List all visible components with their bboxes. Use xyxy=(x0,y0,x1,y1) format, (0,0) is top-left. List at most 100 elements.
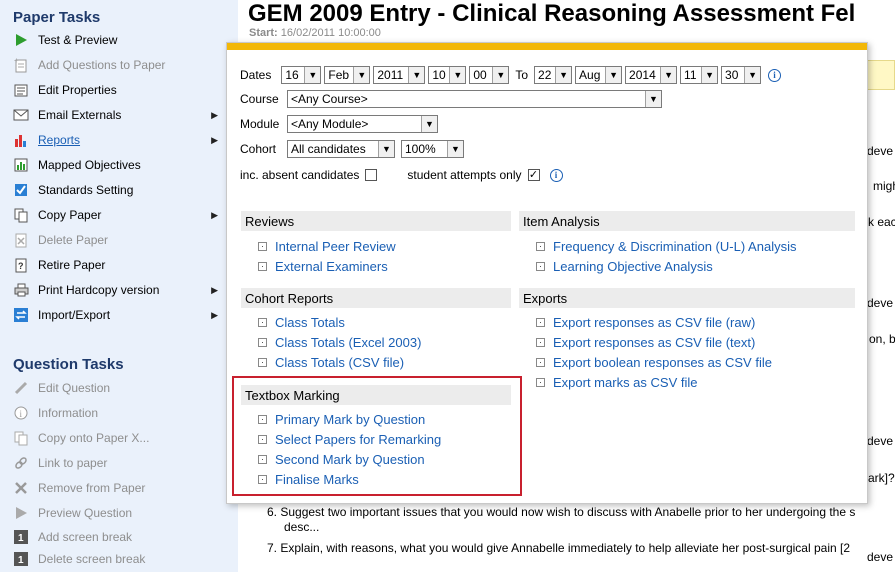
link-label: Export responses as CSV file (text) xyxy=(553,334,756,350)
sidebar-item-add-screen-break[interactable]: 1 Add screen break xyxy=(12,527,232,547)
sidebar-item-label: Email Externals xyxy=(38,108,122,122)
to-hour-select[interactable]: 11 ▼ xyxy=(680,66,719,84)
course-select[interactable]: <Any Course> ▼ xyxy=(287,90,662,108)
bullet-icon xyxy=(536,241,545,251)
sidebar-item-label: Preview Question xyxy=(38,506,133,520)
sidebar-item-import-export[interactable]: Import/Export ▶ xyxy=(12,305,232,325)
sidebar-item-label: Reports xyxy=(38,133,81,147)
sidebar-item-edit-question[interactable]: Edit Question xyxy=(12,378,232,398)
bullet-icon xyxy=(258,434,267,444)
mapped-objectives-icon xyxy=(12,157,30,173)
frequency-discrimination-link[interactable]: Frequency & Discrimination (U-L) Analysi… xyxy=(536,236,796,256)
module-select[interactable]: <Any Module> ▼ xyxy=(287,115,438,133)
svg-text:+: + xyxy=(14,57,19,65)
export-marks-link[interactable]: Export marks as CSV file xyxy=(536,372,698,392)
sidebar-item-add-questions[interactable]: + Add Questions to Paper xyxy=(12,55,232,75)
chevron-down-icon: ▼ xyxy=(449,67,466,83)
class-totals-link[interactable]: Class Totals xyxy=(258,312,345,332)
class-totals-csv-link[interactable]: Class Totals (CSV file) xyxy=(258,352,404,372)
from-month-select[interactable]: Feb ▼ xyxy=(324,66,371,84)
link-label: Primary Mark by Question xyxy=(275,411,426,427)
sidebar-item-information[interactable]: i Information xyxy=(12,403,232,423)
from-minute-select[interactable]: 00 ▼ xyxy=(469,66,510,84)
select-value: 30 xyxy=(725,68,739,82)
bullet-icon xyxy=(258,317,267,327)
sidebar-item-delete-screen-break[interactable]: 1 Delete screen break xyxy=(12,549,232,569)
question-text-fragment: deve xyxy=(867,434,894,448)
chevron-down-icon: ▼ xyxy=(353,67,370,83)
sidebar-item-standards-setting[interactable]: Standards Setting xyxy=(12,180,232,200)
cohort-select[interactable]: All candidates ▼ xyxy=(287,140,395,158)
question-text-fragment: deve xyxy=(867,550,894,564)
bullet-icon xyxy=(258,414,267,424)
to-year-select[interactable]: 2014 ▼ xyxy=(625,66,678,84)
external-examiners-link[interactable]: External Examiners xyxy=(258,256,388,276)
chevron-down-icon: ▼ xyxy=(408,67,425,83)
course-label: Course xyxy=(240,92,279,106)
from-year-select[interactable]: 2011 ▼ xyxy=(373,66,426,84)
sidebar-item-label: Test & Preview xyxy=(38,33,118,47)
sidebar-item-label: Delete screen break xyxy=(38,552,146,566)
sidebar-item-print-hardcopy[interactable]: Print Hardcopy version ▶ xyxy=(12,280,232,300)
sidebar-item-test-preview[interactable]: Test & Preview xyxy=(12,30,232,50)
export-boolean-responses-link[interactable]: Export boolean responses as CSV file xyxy=(536,352,772,372)
svg-text:1: 1 xyxy=(18,533,24,544)
finalise-marks-link[interactable]: Finalise Marks xyxy=(258,469,359,489)
link-label: Learning Objective Analysis xyxy=(553,258,713,274)
bullet-icon xyxy=(258,454,267,464)
sidebar-item-label: Import/Export xyxy=(38,308,111,322)
sidebar-item-copy-onto-paper[interactable]: Copy onto Paper X... xyxy=(12,428,232,448)
sidebar-item-preview-question[interactable]: Preview Question xyxy=(12,503,232,523)
sidebar-item-email-externals[interactable]: Email Externals ▶ xyxy=(12,105,232,125)
info-icon[interactable]: i xyxy=(549,168,563,182)
student-attempts-checkbox[interactable]: ✓ xyxy=(527,169,540,181)
internal-peer-review-link[interactable]: Internal Peer Review xyxy=(258,236,396,256)
sidebar-item-copy-paper[interactable]: Copy Paper ▶ xyxy=(12,205,232,225)
paper-tasks-heading: Paper Tasks xyxy=(13,9,101,26)
select-value: 100% xyxy=(405,142,436,156)
select-value: 2011 xyxy=(377,68,404,82)
percent-select[interactable]: 100% ▼ xyxy=(401,140,464,158)
sidebar-item-label: Link to paper xyxy=(38,456,108,470)
absent-candidates-label: inc. absent candidates xyxy=(240,168,360,182)
copy-icon xyxy=(12,207,30,223)
sidebar-item-label: Remove from Paper xyxy=(38,481,146,495)
to-minute-select[interactable]: 30 ▼ xyxy=(721,66,762,84)
chevron-down-icon: ▼ xyxy=(744,67,761,83)
select-value: <Any Module> xyxy=(291,117,369,131)
sidebar-item-reports[interactable]: Reports ▶ xyxy=(12,130,232,150)
question-text: Explain, with reasons, what you would gi… xyxy=(280,541,851,555)
chevron-down-icon: ▼ xyxy=(645,91,661,107)
select-papers-remarking-link[interactable]: Select Papers for Remarking xyxy=(258,429,441,449)
sidebar-item-edit-properties[interactable]: Edit Properties xyxy=(12,80,232,100)
link-icon xyxy=(12,455,30,471)
question-text-fragment: on, b xyxy=(869,332,895,346)
sidebar-item-link-to-paper[interactable]: Link to paper xyxy=(12,453,232,473)
submenu-arrow-icon: ▶ xyxy=(211,209,218,220)
link-label: Second Mark by Question xyxy=(275,451,425,467)
class-totals-excel-link[interactable]: Class Totals (Excel 2003) xyxy=(258,332,421,352)
primary-mark-link[interactable]: Primary Mark by Question xyxy=(258,409,425,429)
sidebar-item-retire-paper[interactable]: ? Retire Paper xyxy=(12,255,232,275)
export-responses-text-link[interactable]: Export responses as CSV file (text) xyxy=(536,332,755,352)
to-day-select[interactable]: 22 ▼ xyxy=(534,66,573,84)
sidebar-item-remove-from-paper[interactable]: Remove from Paper xyxy=(12,478,232,498)
bullet-icon xyxy=(258,337,267,347)
from-hour-select[interactable]: 10 ▼ xyxy=(428,66,467,84)
bullet-icon xyxy=(536,317,545,327)
sidebar-item-mapped-objectives[interactable]: Mapped Objectives xyxy=(12,155,232,175)
question-7: 7. Explain, with reasons, what you would… xyxy=(267,541,850,555)
info-icon[interactable]: i xyxy=(768,68,782,82)
export-responses-raw-link[interactable]: Export responses as CSV file (raw) xyxy=(536,312,755,332)
sidebar-item-delete-paper[interactable]: Delete Paper xyxy=(12,230,232,250)
to-month-select[interactable]: Aug ▼ xyxy=(575,66,623,84)
envelope-icon xyxy=(12,107,30,123)
second-mark-link[interactable]: Second Mark by Question xyxy=(258,449,425,469)
learning-objective-analysis-link[interactable]: Learning Objective Analysis xyxy=(536,256,713,276)
absent-candidates-checkbox[interactable] xyxy=(365,169,378,181)
from-day-select[interactable]: 16 ▼ xyxy=(281,66,322,84)
submenu-arrow-icon: ▶ xyxy=(211,284,218,295)
sidebar-item-label: Add screen break xyxy=(38,530,133,544)
checkbox-icon xyxy=(12,182,30,198)
select-value: 2014 xyxy=(629,68,656,82)
